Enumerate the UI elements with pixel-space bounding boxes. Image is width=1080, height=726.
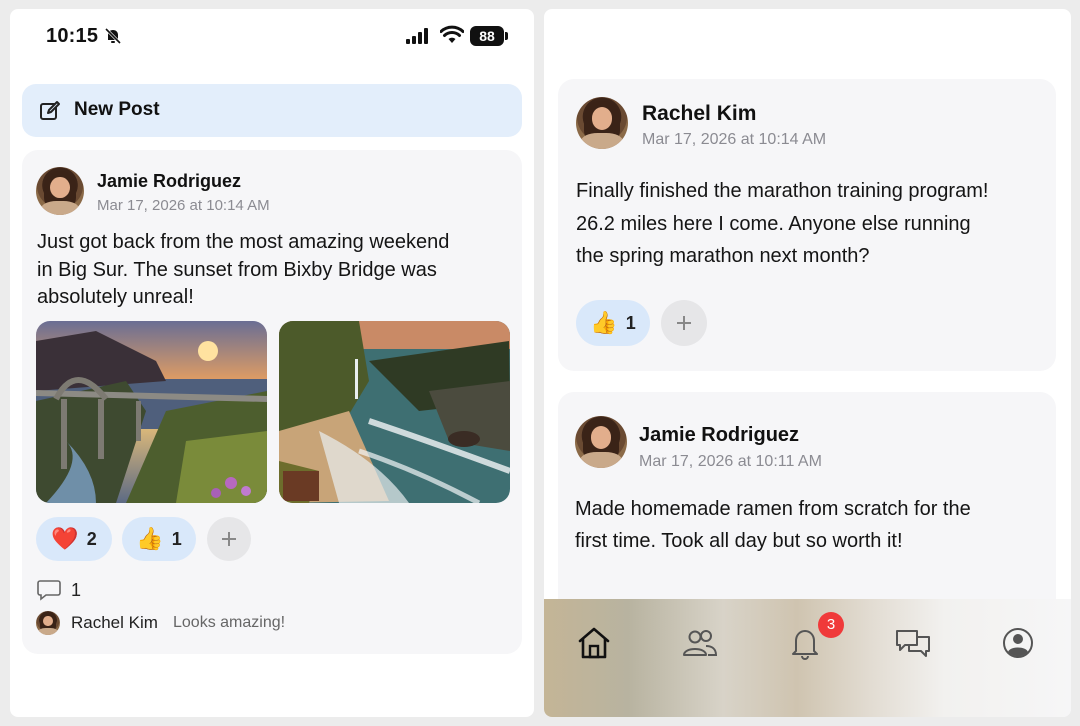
post-timestamp: Mar 17, 2026 at 10:11 AM [639,453,822,470]
avatar[interactable] [575,416,627,468]
profile-icon[interactable] [998,623,1038,663]
reaction-count: 2 [86,528,97,549]
post-text-line: first time. Took all day but so worth it… [575,530,903,552]
left-phone-screen: 10:15 88 New Post Jamie Rodriguez Mar 17… [10,9,534,717]
notification-badge: 3 [818,612,844,638]
status-bar: 10:15 88 [10,9,534,65]
post-author[interactable]: Jamie Rodriguez [639,424,799,447]
reaction-thumbs-up[interactable]: 👍 1 [122,517,196,561]
signal-icon [406,28,428,44]
plus-icon [222,532,236,546]
comment-count: 1 [71,580,82,600]
right-phone-screen: Rachel Kim Mar 17, 2026 at 10:14 AM Fina… [544,9,1071,717]
post-card: Jamie Rodriguez Mar 17, 2026 at 10:14 AM… [22,150,522,654]
post-text-line: absolutely unreal! [37,286,194,308]
post-text-line: the spring marathon next month? [576,245,870,267]
post-photo-cove[interactable] [279,321,510,503]
comment-author[interactable]: Rachel Kim [71,613,158,633]
battery-icon: 88 [470,26,510,46]
reaction-thumbs-up[interactable]: 👍 1 [576,300,650,346]
post-text: Made homemade ramen from scratch for the… [575,493,971,557]
reaction-count: 1 [171,528,182,549]
add-reaction-button[interactable] [207,517,251,561]
home-icon[interactable] [574,623,614,663]
friends-icon[interactable] [680,623,720,663]
plus-icon [677,316,691,330]
bottom-nav: 3 [544,599,1071,717]
post-author[interactable]: Jamie Rodriguez [97,171,241,192]
thumbs-up-icon: 👍 [136,526,164,551]
reaction-heart[interactable]: ❤️ 2 [36,517,112,561]
post-text-line: Finally finished the marathon training p… [576,180,989,202]
new-post-button[interactable]: New Post [22,84,522,137]
post-author[interactable]: Rachel Kim [642,102,756,126]
messages-icon[interactable] [893,623,933,663]
compose-icon [40,101,60,120]
post-text-line: 26.2 miles here I come. Anyone else runn… [576,212,971,235]
new-post-label: New Post [74,99,160,120]
post-card: Jamie Rodriguez Mar 17, 2026 at 10:11 AM… [558,392,1056,632]
post-text-line: Made homemade ramen from scratch for the [575,498,971,520]
heart-icon: ❤️ [51,526,79,551]
thumbs-up-icon: 👍 [590,310,618,335]
comment-text: Looks amazing! [173,614,286,631]
post-timestamp: Mar 17, 2026 at 10:14 AM [642,131,827,148]
avatar[interactable] [36,167,84,215]
post-photo-bridge[interactable] [36,321,267,503]
add-reaction-button[interactable] [661,300,707,346]
reaction-count: 1 [625,312,636,333]
battery-level: 88 [479,28,495,44]
comment-icon[interactable] [37,579,61,601]
status-time: 10:15 [46,25,99,47]
post-timestamp: Mar 17, 2026 at 10:14 AM [97,197,270,214]
post-text-line: in Big Sur. The sunset from Bixby Bridge… [37,258,437,281]
comment-avatar[interactable] [36,611,60,635]
post-text: Finally finished the marathon training p… [576,175,988,273]
post-text: Just got back from the most amazing week… [37,229,449,312]
avatar[interactable] [576,97,628,149]
wifi-icon [440,25,464,43]
post-text-line: Just got back from the most amazing week… [37,231,450,253]
bell-off-icon [104,27,122,45]
post-card: Rachel Kim Mar 17, 2026 at 10:14 AM Fina… [558,79,1056,371]
